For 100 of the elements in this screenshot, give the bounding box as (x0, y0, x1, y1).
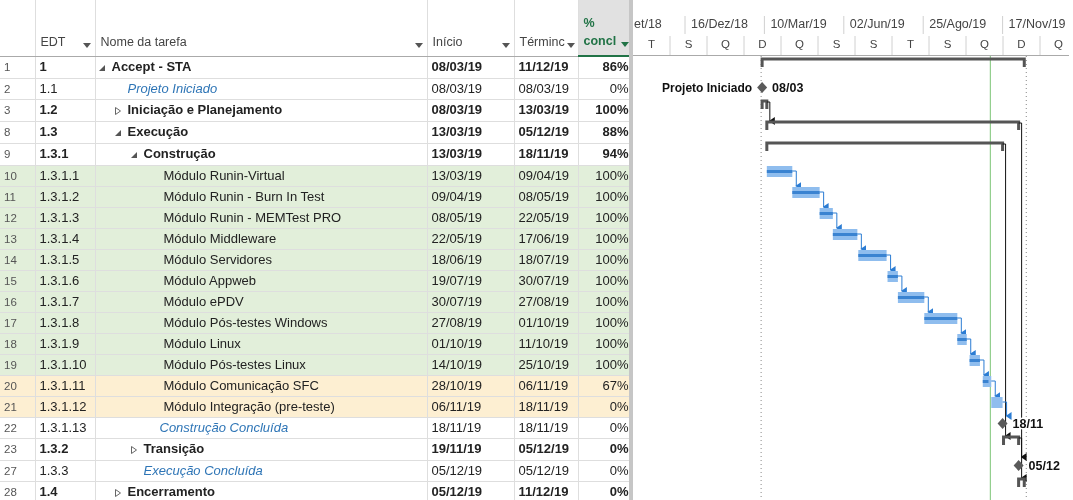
finish-date-cell: 18/11/19 (514, 396, 578, 417)
start-date-cell: 18/06/19 (427, 249, 514, 270)
timescale-label: T (648, 38, 655, 50)
finish-date-cell: 25/10/19 (514, 354, 578, 375)
task-name: Encerramento (127, 483, 215, 499)
milestone-diamond[interactable] (757, 82, 768, 93)
finish-date-cell: 11/12/19 (514, 56, 578, 78)
summary-bar[interactable] (1017, 477, 1026, 487)
finish-date-cell: 18/07/19 (514, 249, 578, 270)
row-number: 15 (0, 270, 35, 291)
task-name: Construção (143, 145, 216, 161)
timescale-label: S (832, 38, 841, 50)
task-bar[interactable] (858, 250, 887, 261)
task-bar[interactable] (819, 208, 833, 219)
milestone-date-label: 05/12 (1028, 459, 1060, 473)
wbs-cell: 1 (35, 56, 95, 78)
caret-icon[interactable] (414, 42, 423, 48)
percent-complete-cell: 0% (578, 417, 629, 438)
percent-complete-cell: 100% (578, 354, 629, 375)
timescale-label: Q (795, 38, 804, 50)
percent-complete-cell: 100% (578, 249, 629, 270)
dependency-arrow (897, 275, 907, 295)
task-bar[interactable] (766, 166, 793, 177)
start-date-cell: 08/03/19 (427, 99, 514, 121)
collapsed-icon[interactable] (113, 489, 122, 498)
task-name: Módulo Runin-Virtual (163, 167, 285, 183)
row-number: 17 (0, 312, 35, 333)
caret-icon[interactable] (620, 42, 629, 47)
finish-date-cell: 22/05/19 (514, 207, 578, 228)
timescale-label: 17/Nov/19 (1008, 17, 1066, 31)
summary-bar[interactable] (760, 57, 1026, 67)
wbs-cell: 1.3.1.1 (35, 165, 95, 186)
task-bar[interactable] (887, 271, 898, 282)
collapsed-icon[interactable] (129, 446, 138, 455)
summary-bar[interactable] (760, 99, 769, 109)
milestone-diamond[interactable] (997, 418, 1008, 429)
start-date-cell: 19/11/19 (427, 438, 514, 460)
caret-icon[interactable] (82, 42, 91, 48)
task-bar[interactable] (897, 292, 925, 303)
percent-complete-cell: 0% (578, 460, 629, 481)
collapsed-icon[interactable] (113, 107, 122, 116)
wbs-cell: 1.3.1.4 (35, 228, 95, 249)
task-name: Construção Concluída (159, 419, 289, 435)
start-date-cell: 13/03/19 (427, 143, 514, 165)
timescale-label: D (1017, 38, 1026, 50)
wbs-cell: 1.3.1.13 (35, 417, 95, 438)
expanded-icon[interactable] (113, 129, 122, 138)
dependency-arrow (923, 296, 934, 316)
percent-complete-cell: 0% (578, 438, 629, 460)
finish-date-cell: 11/10/19 (514, 333, 578, 354)
wbs-cell: 1.3.1.7 (35, 291, 95, 312)
caret-icon[interactable] (566, 42, 575, 48)
start-date-cell: 08/03/19 (427, 78, 514, 99)
finish-date-cell: 18/11/19 (514, 417, 578, 438)
percent-complete-cell: 100% (578, 333, 629, 354)
task-bar[interactable] (924, 313, 958, 324)
row-number: 9 (0, 143, 35, 165)
timescale-label: et/18 (634, 17, 662, 31)
caret-icon[interactable] (501, 42, 510, 48)
finish-date-cell: 06/11/19 (514, 375, 578, 396)
finish-date-cell: 05/12/19 (514, 121, 578, 143)
column-header[interactable]: % concl (583, 13, 619, 51)
percent-complete-cell: 88% (578, 121, 629, 143)
column-header[interactable]: EDT (40, 32, 66, 52)
task-bar[interactable] (982, 376, 992, 387)
column-header[interactable]: Términc (519, 32, 565, 52)
summary-bar[interactable] (765, 141, 1005, 151)
wbs-cell: 1.3.1.9 (35, 333, 95, 354)
finish-date-cell: 08/03/19 (514, 78, 578, 99)
dependency-arrow (956, 317, 967, 337)
expanded-icon[interactable] (97, 64, 106, 73)
wbs-cell: 1.3.1.8 (35, 312, 95, 333)
expanded-icon[interactable] (129, 151, 138, 160)
start-date-cell: 28/10/19 (427, 375, 514, 396)
task-name: Módulo Servidores (163, 251, 272, 267)
task-bar[interactable] (832, 229, 858, 240)
timescale-label: 16/Dez/18 (691, 17, 748, 31)
start-date-cell: 06/11/19 (427, 396, 514, 417)
start-date-cell: 14/10/19 (427, 354, 514, 375)
task-name: Transição (143, 440, 205, 456)
row-number: 28 (0, 481, 35, 500)
task-bar[interactable] (969, 355, 980, 366)
start-date-cell: 08/03/19 (427, 56, 514, 78)
task-name: Módulo Pós-testes Windows (163, 314, 328, 330)
row-number: 22 (0, 417, 35, 438)
summary-bar[interactable] (1002, 435, 1021, 445)
task-name: Módulo Runin - MEMTest PRO (163, 209, 342, 225)
task-bar[interactable] (792, 187, 820, 198)
wbs-cell: 1.2 (35, 99, 95, 121)
milestone-diamond[interactable] (1013, 460, 1024, 471)
summary-bar[interactable] (765, 120, 1021, 130)
dependency-arrow (886, 254, 896, 274)
finish-date-cell: 05/12/19 (514, 438, 578, 460)
column-header[interactable]: Nome da tarefa (100, 32, 187, 52)
start-date-cell: 01/10/19 (427, 333, 514, 354)
wbs-cell: 1.4 (35, 481, 95, 500)
percent-complete-cell: 86% (578, 56, 629, 78)
finish-date-cell: 18/11/19 (514, 143, 578, 165)
column-header[interactable]: Início (432, 32, 463, 52)
wbs-cell: 1.3.1 (35, 143, 95, 165)
